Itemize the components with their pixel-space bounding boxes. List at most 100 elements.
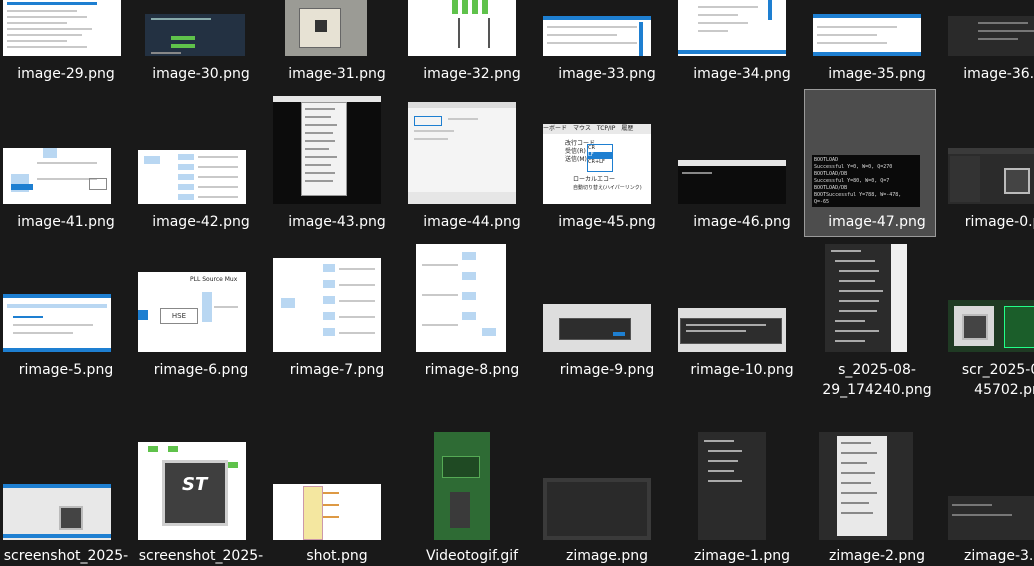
- file-thumbnail: [145, 14, 245, 56]
- file-name: image-35.png: [828, 66, 926, 82]
- file-tile[interactable]: rimage-9.png: [543, 236, 683, 384]
- file-name: scr_2025-08-2 45702.png: [961, 362, 1034, 398]
- file-name: image-43.png: [288, 214, 386, 230]
- file-thumbnail: [543, 478, 651, 540]
- file-thumbnail: [678, 308, 786, 352]
- file-thumbnail: BOOTLOAD Successful Y=0, W=0, Q=270 BOOT…: [812, 155, 920, 207]
- file-tile[interactable]: zimage.png: [543, 414, 683, 564]
- file-tile[interactable]: screenshot_2025-: [3, 414, 142, 564]
- file-name: image-33.png: [558, 66, 656, 82]
- file-tile[interactable]: ーボード マウス TCP/IP 履歴 改行コード 受信(R) 送信(M) CR …: [543, 88, 683, 236]
- file-thumbnail: [434, 432, 490, 540]
- file-tile[interactable]: Videotogif.gif: [416, 414, 548, 564]
- file-tile[interactable]: image-29.png: [3, 0, 142, 88]
- file-name: image-29.png: [17, 66, 115, 82]
- file-tile[interactable]: image-30.png: [145, 0, 277, 88]
- file-tile[interactable]: ST screenshot_2025-: [138, 414, 277, 564]
- file-tile[interactable]: image-33.png: [543, 0, 683, 88]
- file-tile[interactable]: s_2025-08-29_174240.png: [821, 236, 953, 398]
- file-name: rimage-6.png: [153, 362, 249, 378]
- file-thumbnail: [3, 484, 111, 540]
- file-name: rimage-8.png: [424, 362, 520, 378]
- file-name: rimage-0.png: [964, 214, 1034, 230]
- file-name: image-34.png: [693, 66, 791, 82]
- file-tile[interactable]: rimage-7.png: [273, 236, 413, 384]
- file-thumbnail: [408, 0, 516, 56]
- file-name: image-42.png: [152, 214, 250, 230]
- file-tile[interactable]: image-34.png: [678, 0, 818, 88]
- file-name: shot.png: [306, 548, 368, 564]
- hse-block: HSE: [160, 308, 198, 324]
- file-tile[interactable]: image-35.png: [813, 0, 953, 88]
- file-thumbnail: PLL Source Mux HSE: [138, 272, 246, 352]
- file-name: zimage-3.png: [963, 548, 1034, 564]
- file-tile[interactable]: rimage-0.png: [948, 88, 1034, 236]
- file-tile[interactable]: image-31.png: [281, 0, 413, 88]
- file-tile[interactable]: zimage-1.png: [686, 414, 818, 564]
- menu-item: ーボード: [543, 125, 568, 132]
- menu-item: 履歴: [621, 125, 634, 132]
- file-name: zimage.png: [565, 548, 649, 564]
- file-name: image-45.png: [558, 214, 656, 230]
- file-tile[interactable]: PLL Source Mux HSE rimage-6.png: [138, 236, 277, 384]
- file-tile[interactable]: image-41.png: [3, 88, 142, 236]
- file-thumbnail: [948, 16, 1034, 56]
- file-thumbnail: [408, 102, 516, 204]
- file-thumbnail: [3, 0, 121, 56]
- checkbox-label: ローカルエコー: [573, 176, 616, 183]
- terminal-text: BOOTLOAD Successful Y=0, W=0, Q=270 BOOT…: [814, 157, 902, 205]
- file-tile[interactable]: zimage-2.png: [819, 414, 953, 564]
- file-name: image-46.png: [693, 214, 791, 230]
- file-name: zimage-1.png: [693, 548, 790, 564]
- file-tile[interactable]: image-36.png: [948, 0, 1034, 88]
- file-thumbnail: [813, 14, 921, 56]
- file-name: screenshot_2025-: [3, 548, 129, 564]
- file-thumbnail: [273, 96, 381, 204]
- file-thumbnail: [948, 300, 1034, 352]
- file-tile[interactable]: image-43.png: [273, 88, 413, 236]
- file-tile[interactable]: image-46.png: [678, 88, 818, 236]
- file-name: Videotogif.gif: [425, 548, 519, 564]
- option: CR+LF: [588, 159, 605, 165]
- file-thumbnail: [948, 148, 1034, 204]
- file-name: zimage-2.png: [828, 548, 925, 564]
- option: LF: [588, 152, 612, 159]
- file-tile-selected[interactable]: BOOTLOAD Successful Y=0, W=0, Q=270 BOOT…: [804, 89, 938, 239]
- file-tile[interactable]: scr_2025-08-2 45702.png: [948, 236, 1034, 398]
- file-tile[interactable]: image-44.png: [408, 88, 548, 236]
- file-thumbnail: [273, 258, 381, 352]
- file-thumbnail: [678, 160, 786, 204]
- file-grid: image-29.png image-30.png image-31.png i…: [0, 0, 1034, 564]
- file-name: rimage-10.png: [690, 362, 794, 378]
- checkbox-label: 自動切り替え(ハイパーリンク): [573, 185, 642, 191]
- file-tile[interactable]: shot.png: [273, 414, 413, 564]
- option: CR: [588, 145, 595, 151]
- file-tile[interactable]: image-32.png: [408, 0, 548, 88]
- file-tile[interactable]: image-42.png: [138, 88, 277, 236]
- file-tile[interactable]: rimage-8.png: [416, 236, 548, 384]
- menu-item: マウス: [572, 125, 591, 132]
- file-thumbnail: ーボード マウス TCP/IP 履歴 改行コード 受信(R) 送信(M) CR …: [543, 124, 651, 204]
- file-name: image-36.png: [963, 66, 1034, 82]
- file-tile[interactable]: zimage-3.png: [948, 414, 1034, 564]
- file-name: rimage-9.png: [559, 362, 655, 378]
- file-name: image-44.png: [423, 214, 521, 230]
- file-name: image-31.png: [288, 66, 386, 82]
- file-thumbnail: [543, 304, 651, 352]
- file-tile[interactable]: rimage-5.png: [3, 236, 142, 384]
- file-name: rimage-7.png: [289, 362, 385, 378]
- file-thumbnail: [3, 294, 111, 352]
- file-thumbnail: [819, 432, 913, 540]
- file-tile[interactable]: rimage-10.png: [678, 236, 818, 384]
- file-name: rimage-5.png: [18, 362, 114, 378]
- file-thumbnail: [416, 244, 506, 352]
- file-name: image-30.png: [152, 66, 250, 82]
- file-thumbnail: [698, 432, 766, 540]
- file-thumbnail: [543, 16, 651, 56]
- file-name: image-47.png: [828, 214, 926, 230]
- file-thumbnail: [138, 150, 246, 204]
- file-thumbnail: [825, 244, 907, 352]
- diagram-label: PLL Source Mux: [190, 276, 238, 283]
- menu-item: TCP/IP: [596, 125, 616, 132]
- file-name: s_2025-08-29_174240.png: [822, 362, 932, 398]
